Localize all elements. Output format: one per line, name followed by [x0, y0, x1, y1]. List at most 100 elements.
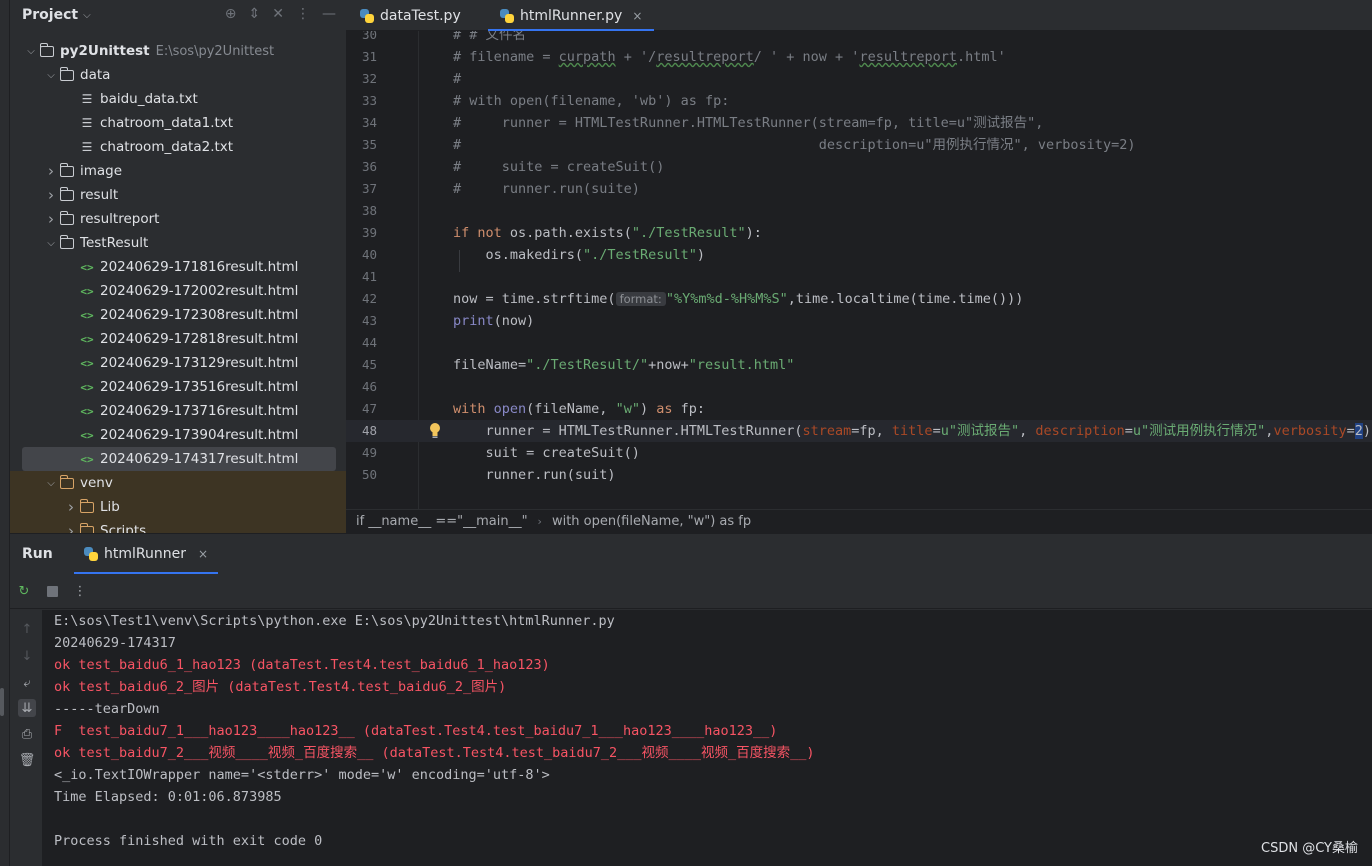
console-line: ok test_baidu7_2___视频____视频_百度搜索__ (data…	[54, 745, 815, 761]
project-title[interactable]: Project	[22, 7, 78, 23]
close-icon[interactable]: ×	[632, 9, 642, 23]
tree-item-folder[interactable]: ⌵ py2Unittest E:\sos\py2Unittest	[10, 39, 336, 63]
chevron-down-icon[interactable]: ⌵	[44, 238, 58, 249]
code-token: if not	[453, 225, 510, 241]
code-text: # description=u"用例执行情况", verbosity=2)	[453, 134, 1135, 156]
tree-item-folder[interactable]: › image	[10, 159, 336, 183]
chevron-down-icon[interactable]: ⌵	[44, 478, 58, 489]
code-line[interactable]: 39 if not os.path.exists("./TestResult"):	[346, 222, 1372, 244]
tree-item-folder[interactable]: ⌵ data	[10, 63, 336, 87]
more-icon[interactable]: ⋮	[72, 584, 88, 600]
chevron-right-icon[interactable]: ›	[44, 186, 58, 204]
chevron-right-icon[interactable]: ›	[44, 162, 58, 180]
folder-shape	[39, 42, 54, 57]
code-line[interactable]: 46	[346, 376, 1372, 398]
more-icon[interactable]: ⋮	[296, 6, 310, 22]
tree-item-file[interactable]: <> 20240629-172818result.html	[10, 327, 336, 351]
breadcrumb-item[interactable]: with open(fileName, "w") as fp	[552, 514, 751, 529]
run-tab-htmlrunner[interactable]: htmlRunner ×	[74, 534, 219, 574]
tree-item-folder[interactable]: › Scripts	[10, 519, 336, 533]
folder-icon	[78, 498, 96, 514]
code-text: # with open(filename, 'wb') as fp:	[453, 90, 729, 112]
stop-button[interactable]	[44, 584, 60, 600]
chevron-down-icon[interactable]: ⌵	[24, 46, 38, 57]
code-token: curpath	[558, 49, 616, 65]
code-line[interactable]: 31 # filename = curpath + '/resultreport/…	[346, 46, 1372, 68]
tree-item-file[interactable]: <> 20240629-173904result.html	[10, 423, 336, 447]
collapse-all-icon[interactable]: ✕	[272, 6, 284, 22]
code-line[interactable]: 45 fileName="./TestResult/"+now+"result.h…	[346, 354, 1372, 376]
trash-icon[interactable]: 🗑	[18, 751, 36, 769]
folder-shape	[59, 162, 74, 177]
arrow-down-icon[interactable]: ↓	[18, 647, 36, 665]
scroll-to-end-icon[interactable]: ⇊	[18, 699, 36, 717]
tree-item-folder[interactable]: ⌵ venv	[10, 471, 336, 495]
code-line[interactable]: 43 print(now)	[346, 310, 1372, 332]
print-icon[interactable]: ⎙	[18, 725, 36, 743]
arrow-up-icon[interactable]: ↑	[18, 620, 36, 638]
tree-item-label: TestResult	[80, 235, 149, 251]
lightbulb-icon[interactable]	[428, 422, 442, 440]
code-line[interactable]: 32 #	[346, 68, 1372, 90]
code-line[interactable]: 41	[346, 266, 1372, 288]
soft-wrap-icon[interactable]: ⤶	[18, 674, 36, 692]
tab-datatest[interactable]: dataTest.py	[348, 0, 473, 31]
html-file-icon: <>	[80, 260, 94, 274]
tree-item-file[interactable]: <> 20240629-172308result.html	[10, 303, 336, 327]
console-output[interactable]: E:\sos\Test1\venv\Scripts\python.exe E:\…	[42, 610, 1372, 866]
tree-item-file[interactable]: <> 20240629-171816result.html	[10, 255, 336, 279]
code-line[interactable]: 47 with open(fileName, "w") as fp:	[346, 398, 1372, 420]
html-file-icon: <>	[80, 356, 94, 370]
chevron-right-icon[interactable]: ›	[64, 498, 78, 516]
locate-icon[interactable]: ⊕	[225, 6, 237, 22]
code-line[interactable]: 33 # with open(filename, 'wb') as fp:	[346, 90, 1372, 112]
code-line[interactable]: 49 suit = createSuit()	[346, 442, 1372, 464]
chevron-right-icon[interactable]: ›	[44, 210, 58, 228]
code-line[interactable]: 40 os.makedirs("./TestResult")	[346, 244, 1372, 266]
breadcrumb-item[interactable]: if __name__ =="__main__"	[356, 514, 528, 529]
tree-item-file[interactable]: <> 20240629-173516result.html	[10, 375, 336, 399]
code-editor[interactable]: 30 # # 文件名 31 # filename = curpath + '/resu…	[346, 31, 1372, 509]
code-token: / ' + now + '	[753, 49, 860, 65]
indent-guide	[459, 250, 460, 272]
rerun-icon[interactable]: ↻	[16, 584, 32, 600]
code-line[interactable]: 37 # runner.run(suite)	[346, 178, 1372, 200]
hide-icon[interactable]: —	[322, 6, 336, 22]
code-line[interactable]: 30 # # 文件名	[346, 31, 1372, 46]
tree-item-file[interactable]: ☰ chatroom_data1.txt	[10, 111, 336, 135]
code-line[interactable]: 50 runner.run(suit)	[346, 464, 1372, 486]
tree-item-folder[interactable]: › result	[10, 183, 336, 207]
code-line[interactable]: 44	[346, 332, 1372, 354]
tree-item-folder[interactable]: › Lib	[10, 495, 336, 519]
tree-item-file[interactable]: <> 20240629-172002result.html	[10, 279, 336, 303]
code-token: ,	[1019, 423, 1036, 439]
code-line[interactable]: 48 runner = HTMLTestRunner.HTMLTestRunne…	[346, 420, 1372, 442]
tree-item-file[interactable]: ☰ baidu_data.txt	[10, 87, 336, 111]
code-line[interactable]: 34 # runner = HTMLTestRunner.HTMLTestRunn…	[346, 112, 1372, 134]
project-header[interactable]: Project ⌵ ⊕ ⇕ ✕ ⋮ —	[10, 0, 346, 30]
tab-htmlrunner[interactable]: htmlRunner.py ×	[488, 0, 655, 31]
close-icon[interactable]: ×	[198, 547, 208, 561]
code-line[interactable]: 36 # suite = createSuit()	[346, 156, 1372, 178]
html-file-icon: <>	[80, 332, 94, 346]
expand-all-icon[interactable]: ⇕	[249, 6, 261, 22]
code-line[interactable]: 35 # description=u"用例执行情况", verbosity=2)	[346, 134, 1372, 156]
tree-item-file[interactable]: ☰ chatroom_data2.txt	[10, 135, 336, 159]
tree-item-file[interactable]: <> 20240629-173716result.html	[10, 399, 336, 423]
code-line[interactable]: 42 now = time.strftime(format: "%Y%m%d-%H%…	[346, 288, 1372, 310]
chevron-down-icon[interactable]: ⌵	[83, 10, 91, 21]
chevron-down-icon[interactable]: ⌵	[44, 70, 58, 81]
code-token: "./TestResult/"	[526, 357, 649, 373]
tree-item-folder[interactable]: ⌵ TestResult	[10, 231, 336, 255]
tree-item-label: image	[80, 163, 123, 179]
tree-item-folder[interactable]: › resultreport	[10, 207, 336, 231]
folder-icon	[58, 234, 76, 250]
tree-item-file[interactable]: <> 20240629-173129result.html	[10, 351, 336, 375]
console-line: F test_baidu7_1___hao123____hao123__ (da…	[54, 723, 778, 739]
tree-item-file[interactable]: <> 20240629-174317result.html	[22, 447, 336, 471]
chevron-right-icon[interactable]: ›	[64, 522, 78, 533]
console-line: Time Elapsed: 0:01:06.873985	[54, 789, 282, 805]
code-text: #	[453, 68, 461, 90]
code-token: =	[1124, 423, 1133, 439]
code-line[interactable]: 38	[346, 200, 1372, 222]
